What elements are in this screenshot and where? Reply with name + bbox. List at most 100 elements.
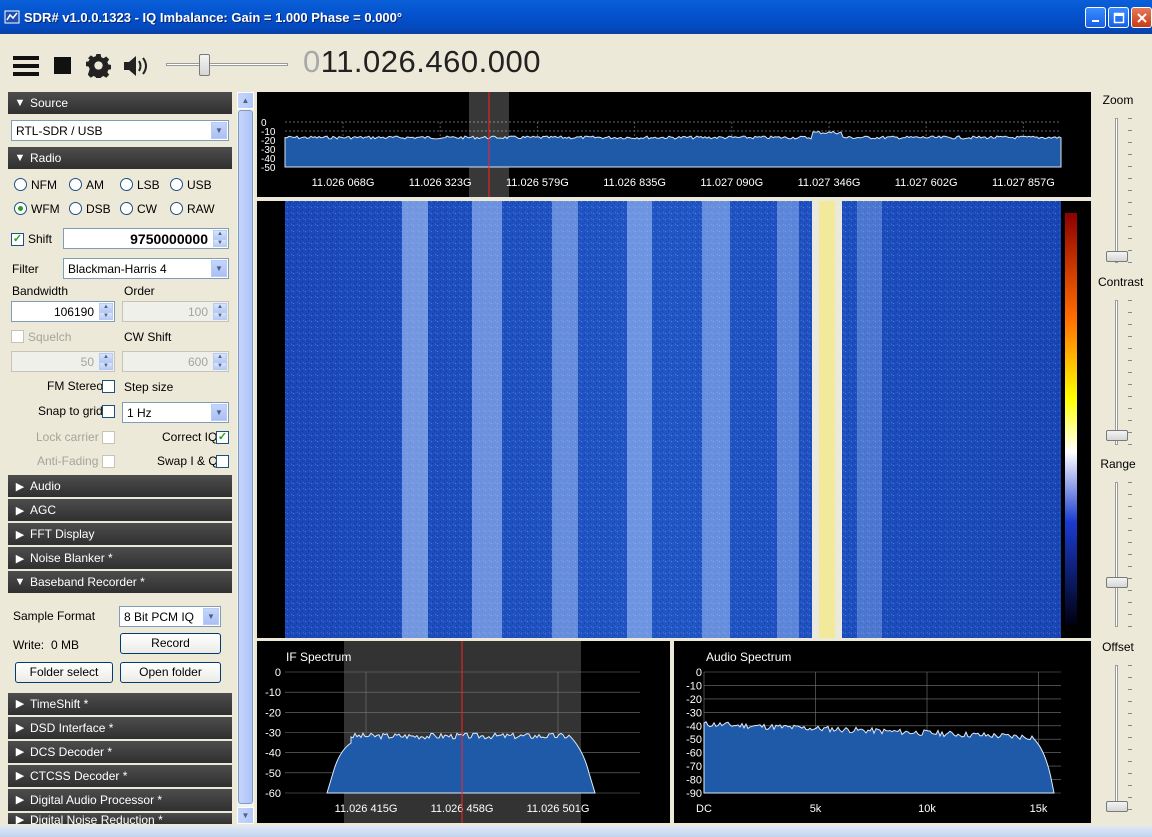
record-button[interactable]: Record [120, 633, 221, 654]
if-spectrum-panel[interactable]: IF Spectrum 0 -10 -20 -30 -40 -50 -60 11.026 415… [257, 641, 670, 823]
spin-up-icon[interactable]: ▲ [99, 353, 113, 362]
zoom-slider-track[interactable] [1115, 118, 1118, 263]
range-slider-track[interactable] [1115, 482, 1118, 627]
collapsed-arrow-icon: ▶ [15, 794, 25, 806]
volume-slider-track[interactable] [166, 63, 288, 66]
contrast-slider-track[interactable] [1115, 300, 1118, 445]
close-button[interactable] [1131, 7, 1152, 28]
anti-fading-checkbox[interactable] [102, 455, 115, 468]
mode-radio-cw[interactable] [120, 202, 133, 215]
x-tick-label: 11.026 579G [506, 177, 569, 189]
section-header-digital-noise-reduction[interactable]: ▶ Digital Noise Reduction * [8, 813, 232, 824]
mode-radio-nfm[interactable] [14, 178, 27, 191]
spectrum-plot[interactable]: 0-10-20-30-40-5011.026 068G 11.026 323G 11… [257, 92, 1091, 197]
collapsed-arrow-icon: ▶ [15, 770, 25, 782]
section-header-ctcss-decoder[interactable]: ▶ CTCSS Decoder * [8, 765, 232, 787]
sample-format-select[interactable]: 8 Bit PCM IQ ▼ [119, 606, 221, 627]
gear-icon[interactable] [86, 53, 111, 78]
waterfall-display[interactable] [257, 201, 1091, 638]
expanded-arrow-icon: ▼ [14, 152, 26, 164]
volume-slider-thumb[interactable] [199, 54, 210, 76]
range-slider-thumb[interactable] [1106, 577, 1128, 588]
section-header-noise-blanker[interactable]: ▶ Noise Blanker * [8, 547, 232, 569]
shift-checkbox[interactable]: ✓ [11, 233, 24, 246]
mode-radio-wfm[interactable] [14, 202, 27, 215]
fm-stereo-checkbox[interactable] [102, 380, 115, 393]
section-header-fft-display[interactable]: ▶ FFT Display [8, 523, 232, 545]
spin-down-icon[interactable]: ▼ [213, 311, 227, 320]
slider-tick [1128, 518, 1132, 519]
shift-label: Shift [28, 232, 53, 246]
radio-section-header[interactable]: ▼ Radio [8, 147, 232, 169]
signal-band [552, 201, 578, 638]
spin-up-icon[interactable]: ▲ [213, 303, 227, 312]
squelch-checkbox[interactable] [11, 330, 24, 343]
section-header-agc[interactable]: ▶ AGC [8, 499, 232, 521]
section-header-timeshift[interactable]: ▶ TimeShift * [8, 693, 232, 715]
zoom-slider-thumb[interactable] [1106, 251, 1128, 262]
audio-spectrum-panel[interactable]: Audio Spectrum 0 -10 -20 -30 -40 -50 -60 -70 -80-… [674, 641, 1091, 823]
slider-tick [1128, 202, 1132, 203]
spin-up-icon[interactable]: ▲ [99, 303, 113, 312]
spin-down-icon[interactable]: ▼ [213, 238, 227, 247]
offset-slider-thumb[interactable] [1106, 801, 1128, 812]
baseband-recorder-header[interactable]: ▼ Baseband Recorder * [8, 571, 232, 593]
source-device-select[interactable]: RTL-SDR / USB ▼ [11, 120, 229, 141]
spin-down-icon[interactable]: ▼ [213, 361, 227, 370]
left-panel-scrollbar[interactable]: ▲ ▼ [237, 92, 254, 824]
section-header-dcs-decoder[interactable]: ▶ DCS Decoder * [8, 741, 232, 763]
mode-radio-lsb[interactable] [120, 178, 133, 191]
lock-carrier-checkbox[interactable] [102, 431, 115, 444]
slider-tick [1128, 432, 1132, 433]
section-header-digital-audio-processor[interactable]: ▶ Digital Audio Processor * [8, 789, 232, 811]
spin-down-icon[interactable]: ▼ [99, 361, 113, 370]
baseband-header-label: Baseband Recorder * [30, 575, 145, 589]
y-tick-label: -90 [686, 788, 702, 800]
cw-shift-input[interactable]: 600 ▲ ▼ [122, 351, 229, 372]
order-input[interactable]: 100 ▲ ▼ [122, 301, 229, 322]
shift-input[interactable]: 9750000000 ▲ ▼ [63, 228, 229, 249]
slider-tick [1128, 689, 1132, 690]
frequency-value[interactable]: 11.026.460.000 [321, 44, 541, 79]
offset-slider-track[interactable] [1115, 665, 1118, 810]
spin-up-icon[interactable]: ▲ [213, 230, 227, 239]
section-header-audio[interactable]: ▶ Audio [8, 475, 232, 497]
spin-up-icon[interactable]: ▲ [213, 353, 227, 362]
mode-radio-dsb[interactable] [69, 202, 82, 215]
step-size-value: 1 Hz [127, 406, 152, 420]
section-header-label: TimeShift * [30, 697, 89, 711]
open-folder-button[interactable]: Open folder [120, 662, 221, 683]
spectrum-analyzer[interactable]: 0 -10 -20 -30 -40 -50 11.026 068G 11.026 323G 11… [257, 92, 1091, 197]
folder-select-button[interactable]: Folder select [15, 662, 113, 683]
menu-icon[interactable] [13, 54, 40, 78]
stop-icon[interactable] [54, 57, 72, 75]
bandwidth-input[interactable]: 106190 ▲ ▼ [11, 301, 115, 322]
frequency-leading-digit[interactable]: 0 [303, 44, 321, 79]
chevron-down-icon[interactable]: ▼ [211, 260, 227, 277]
slider-tick [1128, 262, 1132, 263]
mode-radio-am[interactable] [69, 178, 82, 191]
scroll-up-icon[interactable]: ▲ [237, 92, 254, 109]
snap-to-grid-checkbox[interactable] [102, 405, 115, 418]
scrollbar-thumb[interactable] [238, 110, 253, 804]
frequency-display[interactable]: 011.026.460.000 [303, 44, 541, 80]
swap-iq-checkbox[interactable] [216, 455, 229, 468]
chevron-down-icon[interactable]: ▼ [211, 122, 227, 139]
squelch-input[interactable]: 50 ▲ ▼ [11, 351, 115, 372]
filter-select[interactable]: Blackman-Harris 4 ▼ [63, 258, 229, 279]
chevron-down-icon[interactable]: ▼ [211, 404, 227, 421]
step-size-select[interactable]: 1 Hz ▼ [122, 402, 229, 423]
contrast-slider-thumb[interactable] [1106, 430, 1128, 441]
mode-radio-raw[interactable] [170, 202, 183, 215]
scroll-down-icon[interactable]: ▼ [237, 807, 254, 824]
correct-iq-checkbox[interactable]: ✓ [216, 431, 229, 444]
slider-tick [1128, 396, 1132, 397]
section-header-dsd-interface[interactable]: ▶ DSD Interface * [8, 717, 232, 739]
chevron-down-icon[interactable]: ▼ [203, 608, 219, 625]
spin-down-icon[interactable]: ▼ [99, 311, 113, 320]
source-section-header[interactable]: ▼ Source [8, 92, 232, 114]
maximize-button[interactable] [1108, 7, 1129, 28]
mode-radio-usb[interactable] [170, 178, 183, 191]
minimize-button[interactable] [1085, 7, 1106, 28]
speaker-icon[interactable] [122, 54, 150, 78]
